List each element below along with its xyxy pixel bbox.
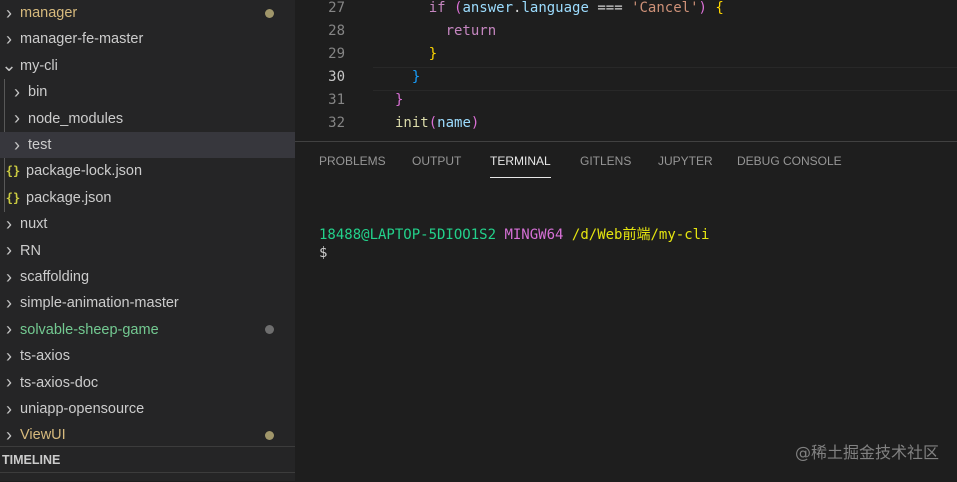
tab-problems[interactable]: PROBLEMS [319, 154, 386, 177]
terminal-cursor-line[interactable]: $ [319, 245, 327, 261]
tree-item-label: package.json [26, 189, 112, 206]
tree-item-viewui[interactable]: › ViewUI [0, 422, 295, 448]
code-token: name [437, 115, 471, 131]
chevron-right-icon: › [6, 213, 12, 234]
tree-item-uniapp-opensource[interactable]: › uniapp-opensource [0, 396, 295, 422]
terminal-user: 18488@LAPTOP-5DIOO1S2 [319, 227, 497, 243]
code-token: } [428, 46, 438, 62]
code-token: === [588, 0, 632, 16]
tree-item-label: my-cli [20, 57, 58, 74]
code-line[interactable]: } [395, 89, 403, 112]
code-token: return [445, 23, 497, 39]
chevron-right-icon: › [6, 424, 12, 445]
code-token: answer [462, 0, 514, 16]
tree-item-nuxt[interactable]: › nuxt [0, 211, 295, 237]
current-line-highlight [373, 67, 957, 91]
tree-item-label: package-lock.json [26, 163, 143, 180]
git-status-dot-icon [265, 430, 274, 440]
code-token: ) [698, 0, 707, 16]
terminal-path: /d/Web前端/my-cli [571, 227, 710, 243]
chevron-right-icon: › [6, 292, 12, 313]
tree-item-solvable-sheep-game[interactable]: › solvable-sheep-game [0, 317, 295, 343]
tree-item-label: manager-fe-master [20, 31, 144, 48]
tree-item-test[interactable]: › test [0, 132, 303, 158]
tree-item-label: scaffolding [20, 269, 90, 285]
chevron-right-icon: › [6, 28, 12, 49]
tree-item-label: RN [20, 242, 41, 259]
tree-item-ts-axios[interactable]: › ts-axios [0, 343, 295, 369]
tree-item-label: manager [20, 5, 78, 21]
tree-item-label: bin [28, 84, 48, 101]
chevron-right-icon: › [6, 2, 12, 23]
chevron-down-icon: ⌄ [1, 55, 17, 76]
tree-item-label: node_modules [28, 110, 124, 127]
terminal-prompt-line[interactable]: 18488@LAPTOP-5DIOO1S2 MINGW64 /d/Web前端/m… [319, 224, 709, 244]
tree-item-label: uniapp-opensource [20, 401, 145, 417]
code-editor[interactable]: 27 if (answer.language === 'Cancel') { 28… [295, 0, 957, 141]
chevron-right-icon: › [14, 81, 20, 102]
tree-item-rn[interactable]: › RN [0, 238, 295, 264]
chevron-right-icon: › [6, 266, 12, 287]
tree-item-bin[interactable]: › bin [0, 79, 303, 105]
chevron-right-icon: › [6, 398, 12, 419]
git-status-dot-icon [265, 325, 274, 335]
tree-item-label: ts-axios [20, 348, 70, 365]
tree-item-label: test [28, 137, 52, 153]
tree-item-label: ViewUI [20, 427, 66, 444]
tree-item-my-cli[interactable]: ⌄ my-cli [0, 53, 295, 79]
terminal-system: MINGW64 [504, 227, 564, 243]
json-file-icon: {} [5, 164, 21, 179]
code-line[interactable]: } [395, 66, 420, 89]
code-line[interactable]: } [395, 43, 437, 66]
tree-item-package-lock-json[interactable]: {} package-lock.json [0, 158, 297, 184]
line-number: 31 [328, 92, 345, 108]
tree-item-ts-axios-doc[interactable]: › ts-axios-doc [0, 370, 295, 396]
chevron-right-icon: › [6, 345, 12, 366]
tree-item-label: nuxt [20, 216, 48, 233]
tab-output[interactable]: OUTPUT [412, 154, 461, 177]
code-token: } [395, 92, 404, 108]
code-token: init [395, 115, 429, 131]
line-number: 30 [328, 69, 345, 85]
code-token: ) [470, 115, 480, 131]
tab-jupyter[interactable]: JUPYTER [658, 154, 713, 177]
code-line[interactable]: init(name) [395, 112, 479, 135]
tree-item-label: simple-animation-master [20, 295, 179, 312]
tab-debug-console[interactable]: DEBUG CONSOLE [737, 154, 842, 177]
timeline-section-header[interactable]: TIMELINE [0, 446, 295, 473]
line-number: 28 [328, 23, 345, 39]
tab-terminal[interactable]: TERMINAL [490, 154, 551, 178]
code-token: ( [428, 115, 438, 131]
chevron-right-icon: › [6, 319, 12, 340]
code-token: 'Cancel' [631, 0, 699, 16]
chevron-right-icon: › [14, 134, 20, 155]
chevron-right-icon: › [6, 240, 12, 261]
tree-item-manager-fe-master[interactable]: › manager-fe-master [0, 26, 295, 52]
tree-item-simple-animation-master[interactable]: › simple-animation-master [0, 290, 295, 316]
bottom-panel: PROBLEMS OUTPUT TERMINAL GITLENS JUPYTER DEBU… [295, 141, 957, 482]
code-line[interactable]: if (answer.language === 'Cancel') { [395, 0, 724, 20]
line-number: 27 [328, 0, 345, 16]
watermark: @稀土掘金技术社区 [794, 443, 939, 462]
chevron-right-icon: › [6, 372, 12, 393]
tab-gitlens[interactable]: GITLENS [580, 154, 631, 177]
code-token: if [428, 0, 455, 16]
line-number: 29 [328, 46, 345, 62]
code-token: { [706, 0, 724, 16]
tree-item-scaffolding[interactable]: › scaffolding [0, 264, 295, 290]
tree-item-manager[interactable]: › manager [0, 0, 295, 26]
git-status-dot-icon [265, 8, 274, 18]
tree-item-label: solvable-sheep-game [20, 321, 159, 338]
code-token: language [521, 0, 589, 16]
json-file-icon: {} [5, 190, 21, 205]
tree-item-label: ts-axios-doc [20, 374, 99, 391]
tree-item-node-modules[interactable]: › node_modules [0, 106, 303, 132]
explorer-sidebar: › manager › manager-fe-master ⌄ my-cli › bin › no… [0, 0, 303, 481]
line-number: 32 [328, 115, 345, 131]
chevron-right-icon: › [14, 108, 20, 129]
tree-item-package-json[interactable]: {} package.json [0, 185, 297, 211]
code-token: } [411, 69, 421, 85]
code-line[interactable]: return [395, 20, 497, 43]
